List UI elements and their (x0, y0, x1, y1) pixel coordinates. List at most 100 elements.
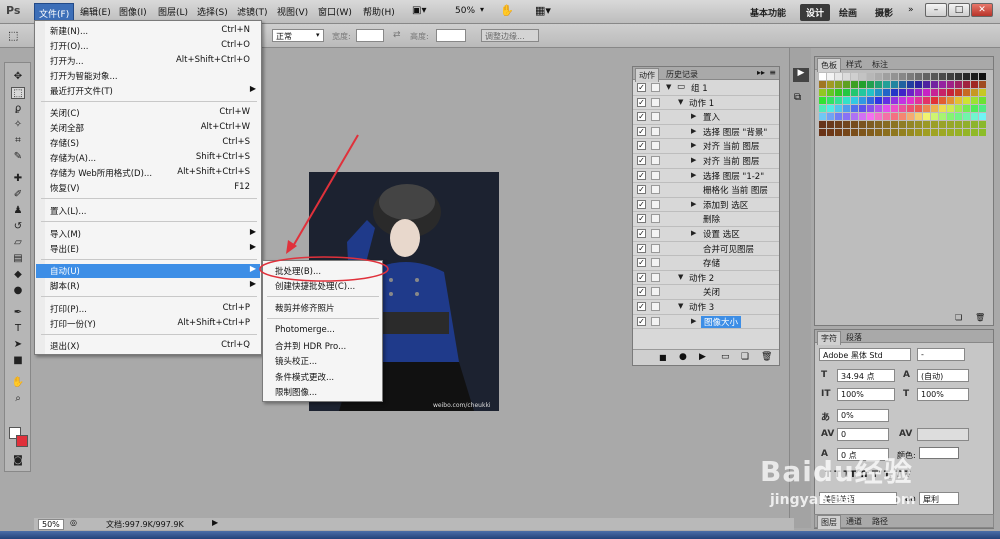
color-swatch[interactable] (835, 113, 842, 120)
toggle-check-icon[interactable]: ✓ (637, 141, 646, 151)
color-swatch[interactable] (843, 105, 850, 112)
color-swatch[interactable] (899, 113, 906, 120)
expand-icon[interactable]: ▶ (691, 141, 696, 149)
new-set-icon[interactable]: ▭ (721, 352, 730, 362)
play-panel-icon[interactable]: ▶ (793, 68, 809, 82)
color-swatch[interactable] (891, 121, 898, 128)
color-swatch[interactable] (915, 97, 922, 104)
color-swatch[interactable] (883, 97, 890, 104)
dialog-toggle[interactable] (651, 170, 660, 180)
history-panel-icon[interactable]: ⧉ (794, 92, 801, 103)
color-swatch[interactable] (899, 73, 906, 80)
color-swatch[interactable] (859, 97, 866, 104)
color-swatch[interactable] (843, 129, 850, 136)
color-swatch[interactable] (931, 121, 938, 128)
expand-icon[interactable]: ▶ (691, 317, 696, 325)
color-swatch[interactable] (931, 89, 938, 96)
color-swatch[interactable] (947, 73, 954, 80)
toggle-check-icon[interactable]: ✓ (637, 243, 646, 253)
toggle-check-icon[interactable]: ✓ (637, 214, 646, 224)
color-swatch[interactable] (843, 121, 850, 128)
color-swatch[interactable] (851, 97, 858, 104)
record-icon[interactable]: ● (679, 352, 687, 362)
action-row[interactable]: ✓ ▶ 对齐 当前 图层 (633, 139, 779, 154)
color-swatch[interactable] (899, 81, 906, 88)
expand-icon[interactable]: ▶ (691, 127, 696, 135)
color-swatch[interactable] (859, 129, 866, 136)
color-swatch[interactable] (979, 105, 986, 112)
color-swatch[interactable] (963, 97, 970, 104)
color-swatch[interactable] (883, 121, 890, 128)
expand-icon[interactable]: ▼ (678, 273, 683, 281)
trash-icon[interactable]: 🗑 (975, 313, 985, 322)
color-swatch[interactable] (827, 81, 834, 88)
dialog-toggle[interactable] (651, 272, 660, 282)
color-swatch[interactable] (899, 129, 906, 136)
trash-icon[interactable]: 🗑 (761, 352, 772, 362)
color-swatch[interactable] (915, 89, 922, 96)
color-swatch[interactable] (963, 129, 970, 136)
color-swatch[interactable] (971, 113, 978, 120)
color-swatch[interactable] (819, 81, 826, 88)
color-swatch[interactable] (835, 73, 842, 80)
color-swatch[interactable] (859, 105, 866, 112)
action-row[interactable]: ✓ ▶ 添加到 选区 (633, 198, 779, 213)
color-swatch[interactable] (939, 81, 946, 88)
kerning-input[interactable]: 0 (837, 428, 889, 441)
color-swatch[interactable] (923, 89, 930, 96)
swatch-grid[interactable] (819, 73, 991, 137)
action-row[interactable]: ✓ 删除 (633, 212, 779, 227)
color-swatch[interactable] (875, 73, 882, 80)
toggle-check-icon[interactable]: ✓ (637, 185, 646, 195)
play-icon[interactable]: ▶ (699, 352, 706, 362)
dialog-toggle[interactable] (651, 316, 660, 326)
color-swatch[interactable] (939, 105, 946, 112)
toggle-check-icon[interactable]: ✓ (637, 302, 646, 311)
color-swatch[interactable] (875, 97, 882, 104)
color-swatch[interactable] (891, 113, 898, 120)
color-swatch[interactable] (979, 129, 986, 136)
dialog-toggle[interactable] (651, 141, 660, 151)
color-swatch[interactable] (971, 121, 978, 128)
action-row-selected[interactable]: ✓ ▶ 图像大小 (633, 315, 779, 330)
color-swatch[interactable] (827, 89, 834, 96)
dialog-toggle[interactable] (651, 243, 660, 253)
color-swatch[interactable] (939, 97, 946, 104)
expand-icon[interactable]: ▼ (678, 302, 683, 310)
toggle-check-icon[interactable]: ✓ (637, 229, 646, 238)
color-swatch[interactable] (923, 129, 930, 136)
color-swatch[interactable] (939, 89, 946, 96)
status-zoom[interactable]: 50% (38, 519, 64, 530)
color-swatch[interactable] (851, 121, 858, 128)
action-row[interactable]: ✓ ▶ 置入 (633, 110, 779, 125)
color-swatch[interactable] (867, 97, 874, 104)
color-swatch[interactable] (819, 129, 826, 136)
color-swatch[interactable] (843, 89, 850, 96)
tab-actions[interactable]: 动作 (635, 68, 659, 82)
color-swatch[interactable] (835, 121, 842, 128)
color-swatch[interactable] (827, 113, 834, 120)
tab-annotations[interactable]: 标注 (869, 58, 891, 71)
expand-icon[interactable]: ▶ (691, 200, 696, 208)
color-swatch[interactable] (931, 97, 938, 104)
color-swatch[interactable] (851, 81, 858, 88)
color-swatch[interactable] (979, 97, 986, 104)
action-row[interactable]: ✓ 合并可见图层 (633, 242, 779, 257)
color-swatch[interactable] (883, 81, 890, 88)
color-swatch[interactable] (979, 121, 986, 128)
color-swatch[interactable] (931, 105, 938, 112)
color-swatch[interactable] (915, 73, 922, 80)
tab-history[interactable]: 历史记录 (663, 68, 701, 81)
color-swatch[interactable] (891, 129, 898, 136)
color-swatch[interactable] (875, 89, 882, 96)
toggle-check-icon[interactable]: ✓ (637, 126, 646, 136)
color-swatch[interactable] (819, 97, 826, 104)
new-action-icon[interactable]: ❏ (741, 352, 749, 362)
color-swatch[interactable] (843, 81, 850, 88)
color-swatch[interactable] (955, 113, 962, 120)
color-swatch[interactable] (883, 129, 890, 136)
font-style-select[interactable]: - (917, 348, 965, 361)
color-swatch[interactable] (867, 121, 874, 128)
tab-styles[interactable]: 样式 (843, 58, 865, 71)
dialog-toggle[interactable] (651, 112, 660, 122)
